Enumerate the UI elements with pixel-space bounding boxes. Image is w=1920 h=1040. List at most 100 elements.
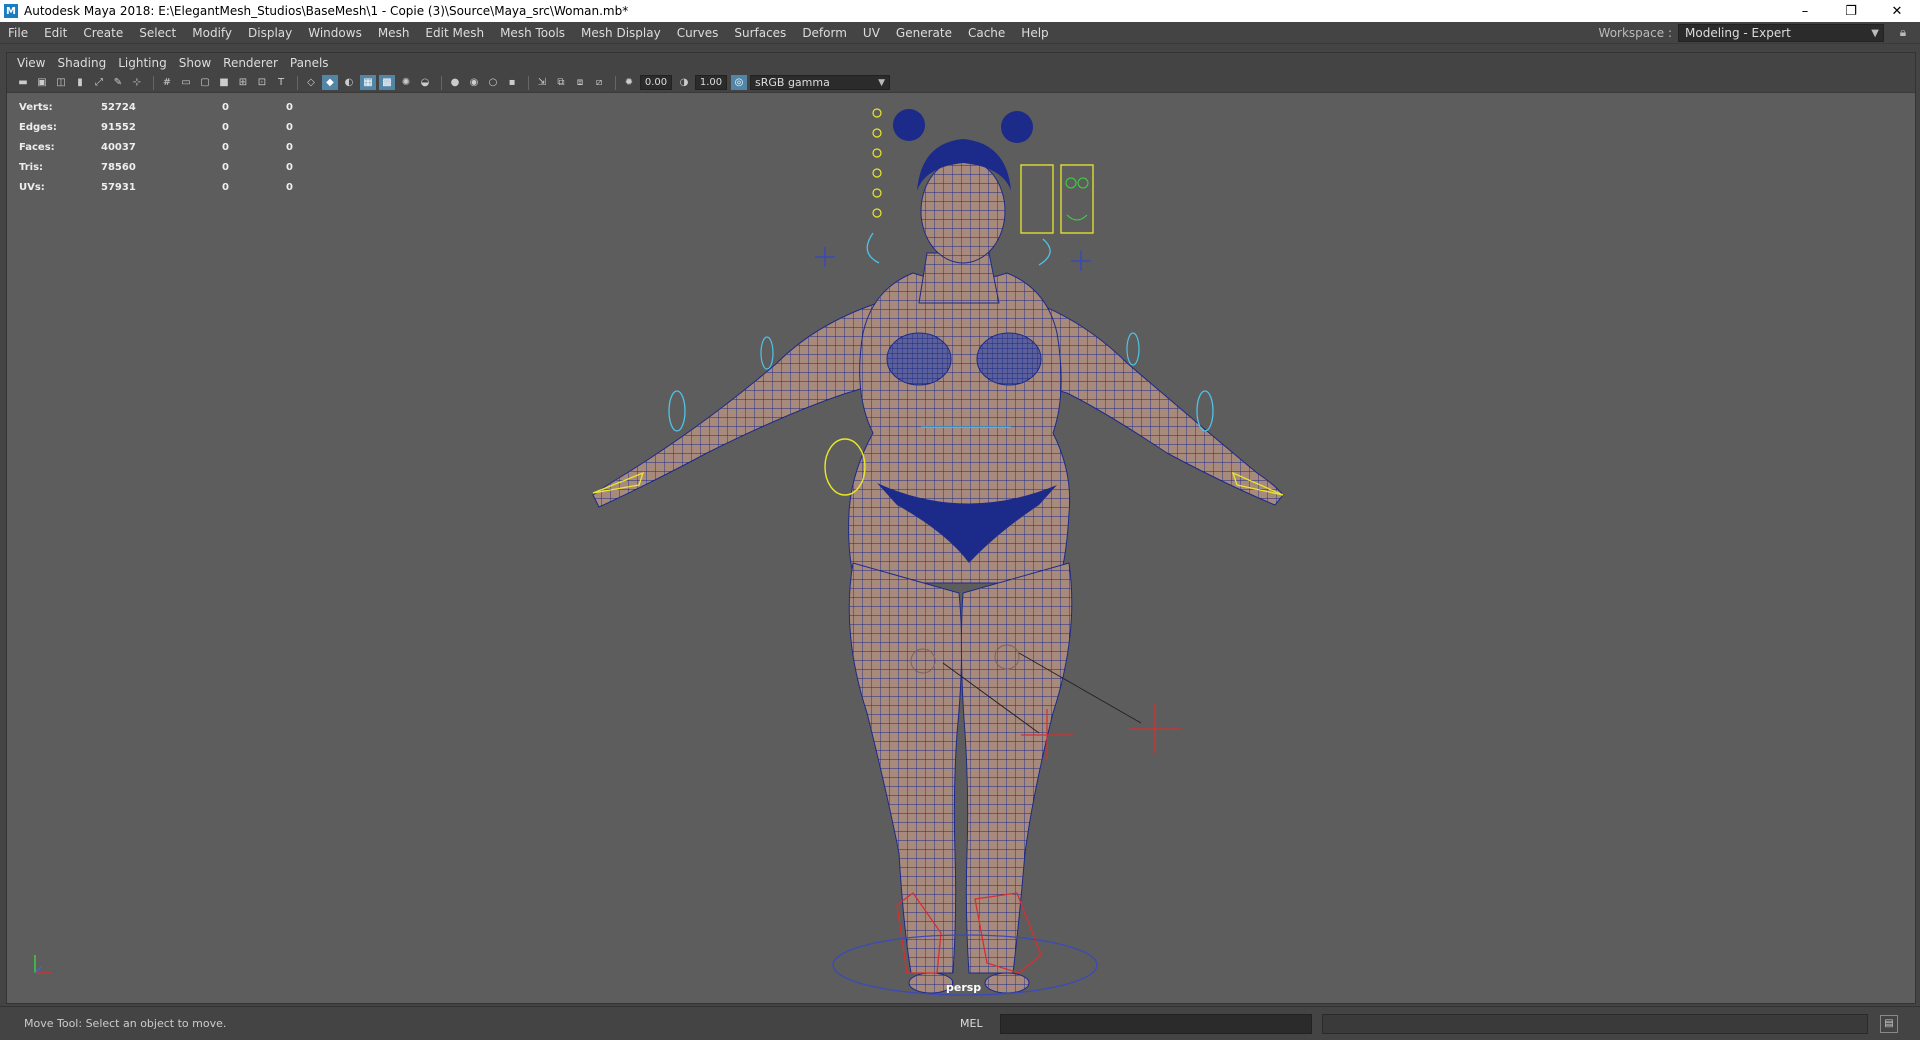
menu-edit[interactable]: Edit (36, 26, 75, 40)
panel-menu-shading[interactable]: Shading (51, 56, 112, 70)
menu-windows[interactable]: Windows (300, 26, 370, 40)
maya-logo-icon: M (4, 4, 18, 18)
toolbar-separator (528, 75, 529, 90)
grease-pencil-icon[interactable]: ✎ (110, 75, 126, 90)
view-transform-dropdown[interactable]: sRGB gamma ▼ (750, 75, 890, 90)
menu-modify[interactable]: Modify (184, 26, 240, 40)
gamma-field[interactable]: 1.00 (695, 75, 727, 90)
restore-button[interactable]: ❐ (1828, 0, 1874, 22)
lock-icon[interactable]: 🔒︎ (1892, 25, 1914, 40)
exposure-icon[interactable]: ✹ (621, 75, 637, 90)
anti-aliasing-icon[interactable]: ○ (485, 75, 501, 90)
panel-menu-show[interactable]: Show (173, 56, 217, 70)
head (920, 158, 1006, 264)
smooth-shade-icon[interactable]: ◆ (322, 75, 338, 90)
menu-help[interactable]: Help (1013, 26, 1056, 40)
hud-value: 57931 (101, 181, 136, 193)
menu-display[interactable]: Display (240, 26, 300, 40)
panel-menu-renderer[interactable]: Renderer (217, 56, 284, 70)
3d-viewport[interactable]: Verts: 52724 0 0 Edges: 91552 0 0 Faces:… (7, 93, 1915, 1003)
depth-of-field-icon[interactable]: ▪ (504, 75, 520, 90)
mel-command-input[interactable] (1000, 1013, 1312, 1034)
menu-edit-mesh[interactable]: Edit Mesh (417, 26, 492, 40)
field-chart-icon[interactable]: ⊞ (235, 75, 251, 90)
menu-select[interactable]: Select (131, 26, 184, 40)
menu-mesh-tools[interactable]: Mesh Tools (492, 26, 573, 40)
menu-deform[interactable]: Deform (794, 26, 855, 40)
bookmark-icon[interactable]: ◫ (53, 75, 69, 90)
textured-icon[interactable]: ▩ (379, 75, 395, 90)
hair-bun-right (1001, 111, 1033, 143)
menu-generate[interactable]: Generate (888, 26, 960, 40)
bikini-cup-right (976, 332, 1042, 386)
wireframe-on-shaded-icon[interactable]: ▦ (360, 75, 376, 90)
hair-bun-left (893, 109, 925, 141)
workspace-dropdown[interactable]: Modeling - Expert ▼ (1678, 23, 1884, 42)
film-gate-icon[interactable]: ▭ (178, 75, 194, 90)
safe-action-icon[interactable]: ⊡ (254, 75, 270, 90)
resolution-gate-icon[interactable]: ▢ (197, 75, 213, 90)
camera-icon[interactable]: ▬ (15, 75, 31, 90)
wireframe-icon[interactable]: ◇ (303, 75, 319, 90)
use-all-lights-icon[interactable]: ✺ (398, 75, 414, 90)
left-leg (848, 562, 963, 974)
cross-control-left (815, 247, 835, 267)
hud-row: Faces: 40037 0 0 (19, 137, 293, 157)
gamma-icon[interactable]: ◑ (676, 75, 692, 90)
elbow-control-right (1126, 332, 1140, 366)
hud-row: Tris: 78560 0 0 (19, 157, 293, 177)
grid-icon[interactable]: ⊹ (129, 75, 145, 90)
panel-menu-bar: View Shading Lighting Show Renderer Pane… (7, 53, 1915, 73)
minimize-button[interactable]: – (1782, 0, 1828, 22)
camera-attributes-icon[interactable]: ▣ (34, 75, 50, 90)
hud-value: 91552 (101, 121, 136, 133)
menu-mesh[interactable]: Mesh (370, 26, 418, 40)
toolbar-separator (297, 75, 298, 90)
menu-mesh-display[interactable]: Mesh Display (573, 26, 669, 40)
elbow-control-left (760, 336, 774, 370)
close-button[interactable]: ✕ (1874, 0, 1920, 22)
safe-title-icon[interactable]: T (273, 75, 289, 90)
character-mesh[interactable] (592, 109, 1284, 994)
menu-create[interactable]: Create (75, 26, 131, 40)
xray-icon[interactable]: ⧉ (553, 75, 569, 90)
xray-joints-icon[interactable]: ⧄ (591, 75, 607, 90)
camera-name-label: persp (946, 981, 982, 994)
viewport-panel: View Shading Lighting Show Renderer Pane… (6, 52, 1916, 1004)
script-editor-icon[interactable]: ▤ (1880, 1014, 1898, 1033)
poly-count-hud: Verts: 52724 0 0 Edges: 91552 0 0 Faces:… (19, 97, 293, 197)
xray-active-components-icon[interactable]: ⧈ (572, 75, 588, 90)
panel-menu-view[interactable]: View (11, 56, 51, 70)
exposure-field[interactable]: 0.00 (640, 75, 672, 90)
mel-label[interactable]: MEL (960, 1017, 1000, 1030)
expression-eye-left (1065, 177, 1077, 189)
menu-surfaces[interactable]: Surfaces (726, 26, 794, 40)
panel-menu-lighting[interactable]: Lighting (112, 56, 173, 70)
isolate-select-icon[interactable]: ⇲ (534, 75, 550, 90)
menu-uv[interactable]: UV (855, 26, 888, 40)
color-management-icon[interactable]: ◎ (731, 75, 747, 90)
scene-view[interactable] (7, 93, 1915, 1003)
hud-label: Faces: (19, 141, 55, 153)
shadows-icon[interactable]: ◒ (417, 75, 433, 90)
hud-row: Verts: 52724 0 0 (19, 97, 293, 117)
menu-file[interactable]: File (0, 26, 36, 40)
show-grid-icon[interactable]: # (159, 75, 175, 90)
ambient-occlusion-icon[interactable]: ● (447, 75, 463, 90)
main-menu-bar: File Edit Create Select Modify Display W… (0, 22, 1920, 44)
help-line: Move Tool: Select an object to move. (24, 1017, 227, 1030)
motion-blur-icon[interactable]: ◉ (466, 75, 482, 90)
image-plane-icon[interactable]: ▮ (72, 75, 88, 90)
hud-value: 0 (286, 161, 293, 173)
menu-curves[interactable]: Curves (669, 26, 727, 40)
hud-label: Edges: (19, 121, 57, 133)
workspace-label: Workspace : (1598, 25, 1672, 40)
panel-menu-panels[interactable]: Panels (284, 56, 335, 70)
shoulder-control-right (1038, 238, 1051, 266)
2d-pan-zoom-icon[interactable]: ⤢ (91, 75, 107, 90)
default-material-icon[interactable]: ◐ (341, 75, 357, 90)
gate-mask-icon[interactable]: ■ (216, 75, 232, 90)
hud-value: 52724 (101, 101, 136, 113)
menu-cache[interactable]: Cache (960, 26, 1013, 40)
hud-value: 0 (222, 101, 229, 113)
